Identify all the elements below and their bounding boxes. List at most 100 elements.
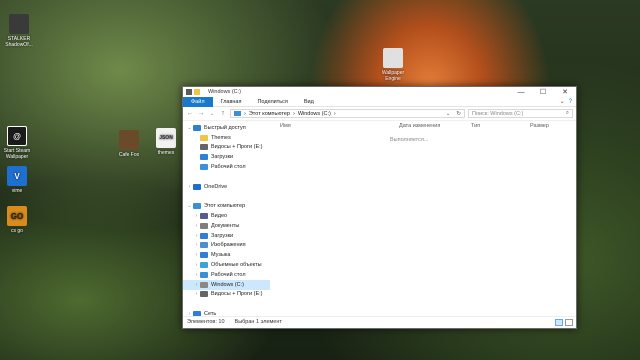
tab-file[interactable]: Файл — [183, 96, 213, 107]
cafe-fox-icon — [119, 130, 139, 150]
nav-item-label: Видосы + Проги (E:) — [211, 144, 263, 151]
computer-icon — [234, 111, 241, 116]
quick-access-toolbar — [186, 89, 200, 95]
nav-item-label: OneDrive — [204, 183, 228, 190]
breadcrumb-this-pc[interactable]: Этот компьютер — [249, 111, 290, 117]
refresh-icon[interactable]: ↻ — [456, 111, 464, 117]
nav-item[interactable]: › OneDrive — [183, 182, 270, 192]
back-arrow-icon[interactable]: ← — [186, 110, 194, 117]
chevron-right-icon: › — [244, 110, 246, 117]
expand-arrow-icon[interactable]: › — [193, 291, 200, 297]
desktop-icon-label: vime — [11, 188, 23, 194]
expand-arrow-icon[interactable]: › — [193, 272, 200, 278]
tab-home[interactable]: Главная — [213, 97, 250, 107]
nav-item[interactable]: › Объемные объекты — [183, 260, 270, 270]
minimize-button[interactable]: — — [510, 87, 532, 97]
nav-item[interactable]: › Видео — [183, 211, 270, 221]
folder-icon — [200, 232, 208, 239]
recent-locations-icon[interactable]: ⌄ — [208, 111, 216, 117]
navigation-pane: ⌄ Быстрый доступ Themes Видосы + Проги (E:)… — [183, 121, 270, 316]
nav-item[interactable]: › Windows (C:) — [183, 279, 270, 290]
desktop-icon-cafe-fox[interactable]: Cafe Fox — [112, 130, 146, 158]
expand-arrow-icon[interactable]: › — [193, 252, 200, 258]
nav-item-label: Сеть — [204, 311, 217, 316]
expand-arrow-icon[interactable]: › — [193, 223, 200, 229]
nav-item[interactable]: › Сеть — [183, 309, 270, 316]
details-view-button[interactable] — [555, 318, 563, 326]
expand-arrow-icon[interactable]: ⌄ — [186, 203, 193, 209]
folder-icon — [200, 262, 208, 269]
large-icons-view-button[interactable] — [565, 318, 573, 326]
expand-arrow-icon[interactable]: ⌄ — [186, 125, 193, 131]
column-date-modified[interactable]: Дата изменения — [399, 123, 471, 129]
nav-item[interactable]: ⌄ Этот компьютер — [183, 201, 270, 211]
expand-arrow-icon[interactable]: › — [186, 184, 193, 190]
nav-item-label: Загрузки — [211, 232, 234, 239]
desktop-icon-label: cs go — [11, 228, 23, 234]
folder-icon — [200, 222, 208, 229]
desktop-icon-wallpaper-engine[interactable]: Wallpaper Engine — [376, 48, 410, 82]
nav-item-label: Загрузки — [211, 154, 234, 161]
folder-icon — [193, 311, 201, 316]
column-name[interactable]: Имя — [280, 123, 399, 129]
desktop-icon-vime[interactable]: V vime — [0, 166, 34, 194]
steam-wallpaper-icon: @ — [7, 126, 27, 146]
cs-go-icon: GO — [7, 206, 27, 226]
tab-share[interactable]: Поделиться — [249, 97, 295, 107]
nav-item[interactable]: Загрузки — [183, 152, 270, 162]
nav-item-label: Видео — [211, 213, 228, 220]
nav-item[interactable]: › Рабочий стол — [183, 270, 270, 280]
nav-item — [183, 299, 270, 309]
desktop-icon-cs-go[interactable]: GO cs go — [0, 206, 34, 234]
close-button[interactable]: ✕ — [554, 87, 576, 97]
nav-item[interactable]: › Музыка — [183, 250, 270, 260]
properties-icon[interactable] — [186, 89, 192, 95]
desktop-icon-label: Wallpaper Engine — [381, 70, 405, 82]
nav-item[interactable]: › Изображения — [183, 241, 270, 251]
title-bar[interactable]: Windows (C:) — ☐ ✕ — [183, 87, 576, 97]
expand-arrow-icon[interactable]: › — [193, 233, 200, 239]
nav-item[interactable]: ⌄ Быстрый доступ — [183, 123, 270, 133]
selection-count: Выбран 1 элемент — [234, 319, 282, 325]
folder-icon — [193, 183, 201, 190]
folder-icon — [200, 281, 208, 288]
desktop-icon-themes[interactable]: JSON themes — [149, 128, 183, 156]
nav-item[interactable]: Themes — [183, 133, 270, 143]
file-list[interactable]: Имя Дата изменения Тип Размер Выполняетс… — [270, 121, 576, 316]
nav-item[interactable]: › Загрузки — [183, 231, 270, 241]
expand-arrow-icon[interactable]: › — [186, 311, 193, 316]
chevron-right-icon: › — [333, 110, 336, 117]
desktop-icon-start-steam-wallpaper[interactable]: @ Start Steam Wallpaper — [0, 126, 34, 160]
nav-item[interactable]: › Документы — [183, 221, 270, 231]
search-input[interactable]: Поиск: Windows (C:) ⌕ — [468, 109, 573, 118]
window-title: Windows (C:) — [208, 89, 242, 95]
nav-item[interactable]: Видосы + Проги (E:) — [183, 143, 270, 153]
address-dropdown-icon[interactable]: ⌄ — [446, 111, 454, 117]
nav-item-label: Музыка — [211, 252, 231, 259]
nav-item[interactable]: › Видосы + Проги (E:) — [183, 290, 270, 300]
breadcrumb-drive-c[interactable]: Windows (C:) — [298, 111, 331, 117]
stalker-icon — [9, 14, 29, 34]
nav-item[interactable]: Рабочий стол — [183, 162, 270, 172]
nav-item-label: Изображения — [211, 242, 246, 249]
desktop-icon-label: themes — [157, 150, 175, 156]
tab-view[interactable]: Вид — [296, 97, 322, 107]
new-folder-icon[interactable] — [194, 89, 200, 95]
expand-arrow-icon[interactable]: › — [193, 213, 200, 219]
column-type[interactable]: Тип — [471, 123, 530, 129]
forward-arrow-icon[interactable]: → — [197, 110, 205, 117]
desktop-icon-stalker[interactable]: STALKER ShadowOf... — [2, 14, 36, 48]
help-icon[interactable]: ? — [569, 99, 576, 105]
folder-icon — [200, 242, 208, 249]
up-arrow-icon[interactable]: ↑ — [219, 110, 227, 117]
expand-arrow-icon[interactable]: › — [193, 282, 200, 288]
nav-item-label: Объемные объекты — [211, 262, 262, 269]
folder-icon — [200, 164, 208, 171]
expand-arrow-icon[interactable]: › — [193, 262, 200, 268]
maximize-button[interactable]: ☐ — [532, 87, 554, 97]
expand-arrow-icon[interactable]: › — [193, 242, 200, 248]
ribbon-tabs: Файл Главная Поделиться Вид ⌄ ? — [183, 96, 576, 107]
expand-ribbon-icon[interactable]: ⌄ — [560, 98, 569, 105]
address-bar[interactable]: › Этот компьютер › Windows (C:) › ⌄ ↻ — [230, 109, 465, 118]
column-size[interactable]: Размер — [530, 123, 549, 129]
